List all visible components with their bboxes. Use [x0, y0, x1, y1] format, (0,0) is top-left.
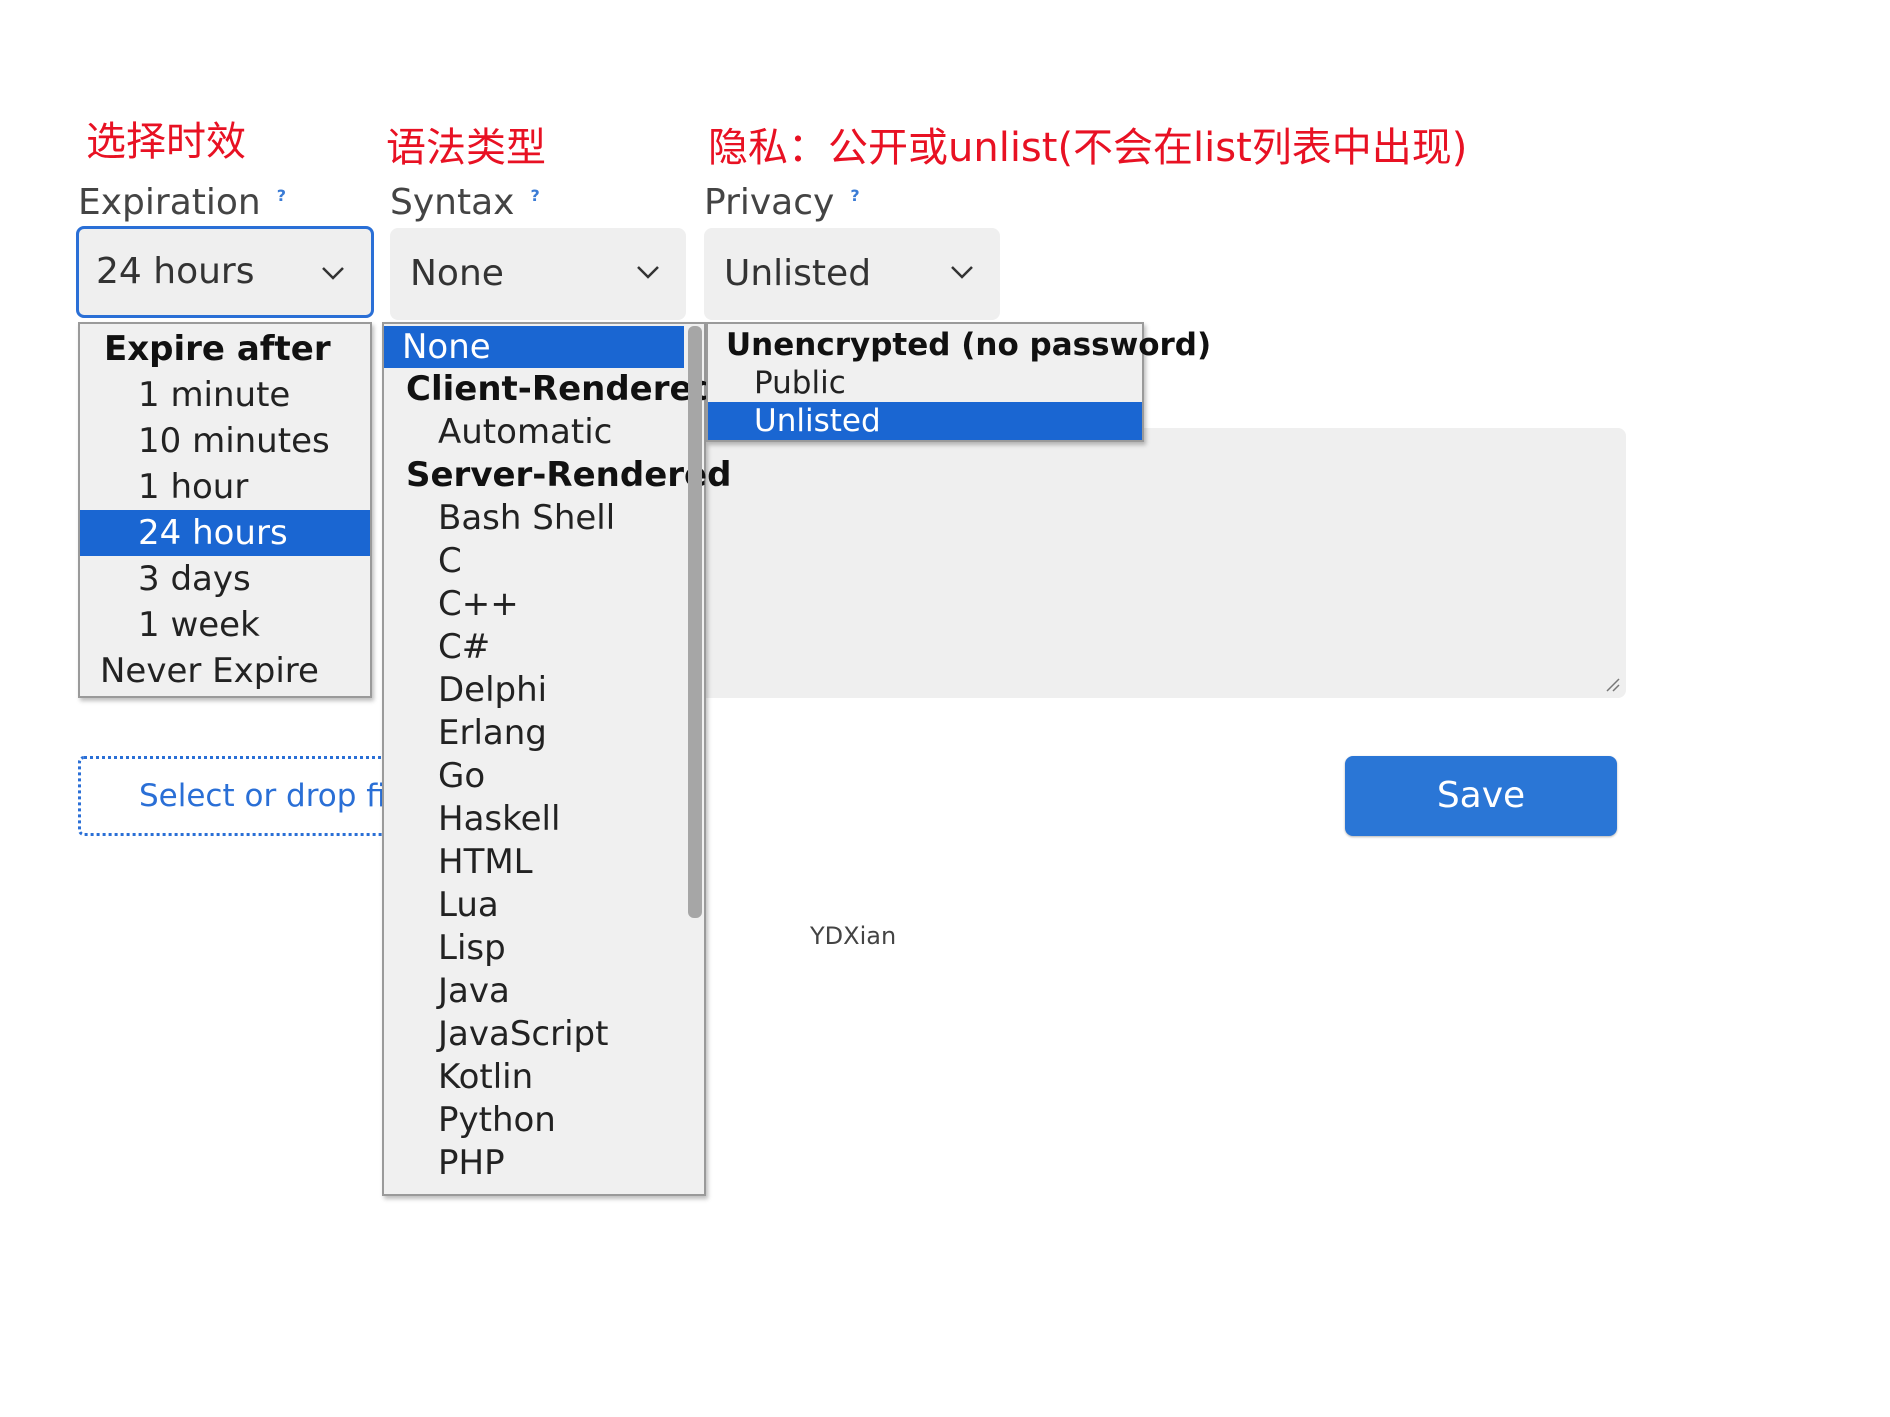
- syntax-help-icon[interactable]: ?: [530, 186, 539, 205]
- chevron-down-icon: [319, 259, 347, 287]
- option-never-expire[interactable]: Never Expire: [80, 648, 370, 694]
- syntax-select[interactable]: None: [390, 228, 686, 320]
- option-erlang[interactable]: Erlang: [384, 712, 704, 755]
- syntax-dropdown-scrollbar[interactable]: [688, 326, 702, 918]
- privacy-help-icon[interactable]: ?: [850, 186, 859, 205]
- option-1-minute[interactable]: 1 minute: [80, 372, 370, 418]
- privacy-label: Privacy?: [704, 182, 860, 223]
- option-public[interactable]: Public: [708, 364, 1142, 402]
- option-cpp[interactable]: C++: [384, 583, 704, 626]
- save-button[interactable]: Save: [1345, 756, 1617, 836]
- option-haskell[interactable]: Haskell: [384, 798, 704, 841]
- option-1-week[interactable]: 1 week: [80, 602, 370, 648]
- expiration-help-icon[interactable]: ?: [277, 186, 286, 205]
- syntax-dropdown: None Client-Rendered Automatic Server-Re…: [382, 322, 732, 1196]
- annotation-expiration: 选择时效: [86, 119, 246, 165]
- option-none[interactable]: None: [384, 326, 684, 368]
- resize-handle-icon[interactable]: [1602, 674, 1620, 692]
- option-group-expire-after: Expire after: [104, 329, 331, 369]
- option-group-client-rendered: Client-Rendered: [406, 369, 717, 409]
- option-python[interactable]: Python: [384, 1099, 704, 1142]
- expiration-dropdown: Expire after 1 minute 10 minutes 1 hour …: [78, 322, 372, 698]
- option-unlisted[interactable]: Unlisted: [708, 402, 1142, 440]
- option-bash-shell[interactable]: Bash Shell: [384, 497, 704, 540]
- option-group-unencrypted: Unencrypted (no password): [726, 327, 1212, 363]
- option-1-hour[interactable]: 1 hour: [80, 464, 370, 510]
- chevron-down-icon: [634, 258, 662, 286]
- syntax-label: Syntax?: [390, 182, 540, 223]
- option-c[interactable]: C: [384, 540, 704, 583]
- option-java[interactable]: Java: [384, 970, 704, 1013]
- option-lisp[interactable]: Lisp: [384, 927, 704, 970]
- footer-text: YDXian: [810, 922, 897, 950]
- option-csharp[interactable]: C#: [384, 626, 704, 669]
- option-go[interactable]: Go: [384, 755, 704, 798]
- option-automatic[interactable]: Automatic: [384, 411, 704, 454]
- file-drop-zone[interactable]: Select or drop file: [78, 756, 414, 836]
- annotation-syntax: 语法类型: [386, 125, 546, 171]
- option-10-minutes[interactable]: 10 minutes: [80, 418, 370, 464]
- paste-textarea[interactable]: [690, 428, 1626, 698]
- option-3-days[interactable]: 3 days: [80, 556, 370, 602]
- option-delphi[interactable]: Delphi: [384, 669, 704, 712]
- privacy-dropdown: Unencrypted (no password) Public Unliste…: [706, 322, 1212, 442]
- option-kotlin[interactable]: Kotlin: [384, 1056, 704, 1099]
- option-html[interactable]: HTML: [384, 841, 704, 884]
- option-javascript[interactable]: JavaScript: [384, 1013, 704, 1056]
- option-group-server-rendered: Server-Rendered: [406, 455, 732, 495]
- chevron-down-icon: [948, 258, 976, 286]
- option-24-hours[interactable]: 24 hours: [80, 510, 370, 556]
- privacy-select[interactable]: Unlisted: [704, 228, 1000, 320]
- expiration-select[interactable]: 24 hours: [76, 226, 374, 318]
- annotation-privacy: 隐私：公开或unlist(不会在list列表中出现): [708, 125, 1468, 171]
- option-lua[interactable]: Lua: [384, 884, 704, 927]
- expiration-label: Expiration?: [78, 182, 287, 223]
- option-php[interactable]: PHP: [384, 1142, 704, 1185]
